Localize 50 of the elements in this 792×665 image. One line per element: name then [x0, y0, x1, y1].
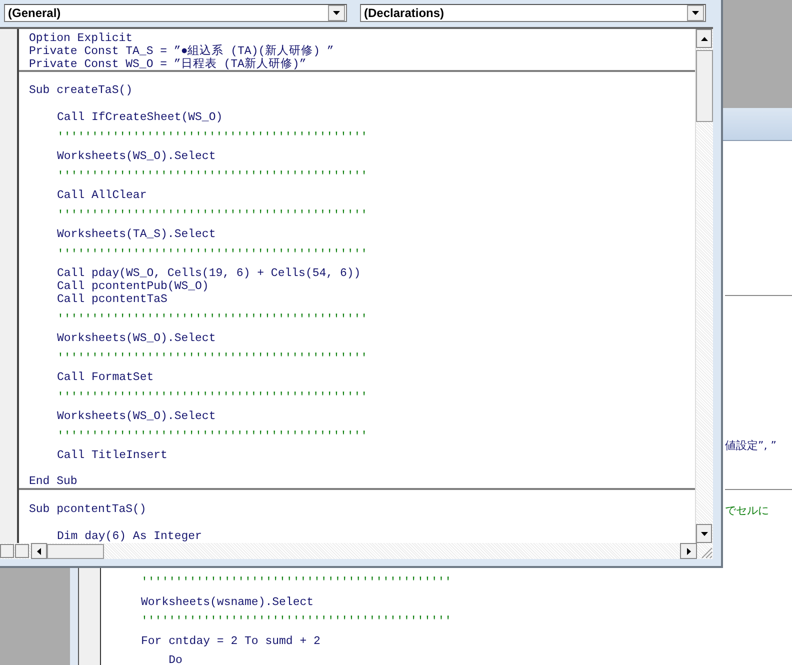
scroll-right-button[interactable] — [680, 543, 697, 559]
comment-line: ''''''''''''''''''''''''''''''''''''''''''''' — [57, 130, 369, 144]
code-editor[interactable] — [0, 27, 713, 543]
scroll-up-button[interactable] — [696, 29, 712, 48]
comment-line: ''''''''''''''''''''''''''''''''''''''''''''' — [57, 312, 369, 326]
code-line: For cntday = 2 To sumd + 2 — [141, 634, 322, 648]
code-line: Sub createTaS() — [29, 84, 134, 97]
code-line: Worksheets(TA_S).Select — [57, 228, 217, 241]
scroll-left-button[interactable] — [31, 543, 47, 559]
code-line: Private Const WS_O = ”日程表 (TA新人研修)” — [29, 58, 308, 71]
code-line: Call pcontentTaS — [57, 293, 168, 306]
procedure-dropdown[interactable]: (Declarations) — [360, 4, 706, 22]
code-line: Do — [168, 654, 184, 665]
code-line: Worksheets(WS_O).Select — [57, 410, 217, 423]
comment-line: ''''''''''''''''''''''''''''''''''''''''''''' — [141, 615, 452, 628]
comment-line: ''''''''''''''''''''''''''''''''''''''''''''' — [141, 576, 452, 589]
code-line: Call AllClear — [57, 189, 148, 202]
code-line: Worksheets(wsname).Select — [141, 596, 315, 608]
code-line: Call FormatSet — [57, 371, 155, 384]
scroll-down-button[interactable] — [696, 524, 712, 543]
code-line: Private Const TA_S = ”●組込系 (TA)(新人研修) ” — [29, 45, 335, 58]
procedure-view-button[interactable] — [0, 544, 14, 558]
right-arrow-icon — [686, 548, 690, 554]
comment-line: ''''''''''''''''''''''''''''''''''''''''''''' — [57, 170, 369, 182]
caret-icon — [333, 11, 340, 15]
code-line: Worksheets(WS_O).Select — [57, 332, 217, 345]
code-line: Worksheets(WS_O).Select — [57, 150, 217, 163]
code-line: Call pday(WS_O, Cells(19, 6) + Cells(54, 6)) — [57, 267, 362, 280]
comment-line: ''''''''''''''''''''''''''''''''''''''''''''' — [57, 248, 369, 260]
comment-line: ''''''''''''''''''''''''''''''''''''''''''''' — [57, 352, 369, 364]
scroll-thumb[interactable] — [696, 50, 713, 122]
code-line: Call pcontentPub(WS_O) — [57, 280, 210, 293]
comment-line: ''''''''''''''''''''''''''''''''''''''''''''' — [57, 390, 369, 404]
vertical-scrollbar[interactable] — [695, 29, 713, 543]
horizontal-scroll-thumb[interactable] — [47, 544, 104, 558]
code-line: Call TitleInsert — [57, 449, 168, 462]
comment-line: ''''''''''''''''''''''''''''''''''''''''''''' — [57, 208, 369, 222]
code-line: Dim day(6) As Integer — [57, 530, 203, 542]
left-arrow-icon — [37, 548, 41, 554]
down-arrow-icon — [700, 532, 708, 536]
comment-line: でセルに — [725, 504, 769, 517]
up-arrow-icon — [700, 36, 708, 40]
caret-icon — [692, 11, 699, 15]
code-line: Call IfCreateSheet(WS_O) — [57, 111, 224, 124]
code-line: Sub pcontentTaS() — [29, 502, 148, 516]
code-line: Option Explicit — [29, 32, 134, 45]
object-dropdown[interactable]: (General) — [4, 4, 347, 22]
code-line: End Sub — [29, 474, 78, 488]
comment-line: ''''''''''''''''''''''''''''''''''''''''''''' — [57, 430, 369, 442]
code-line: 値設定”, ” — [725, 439, 776, 452]
